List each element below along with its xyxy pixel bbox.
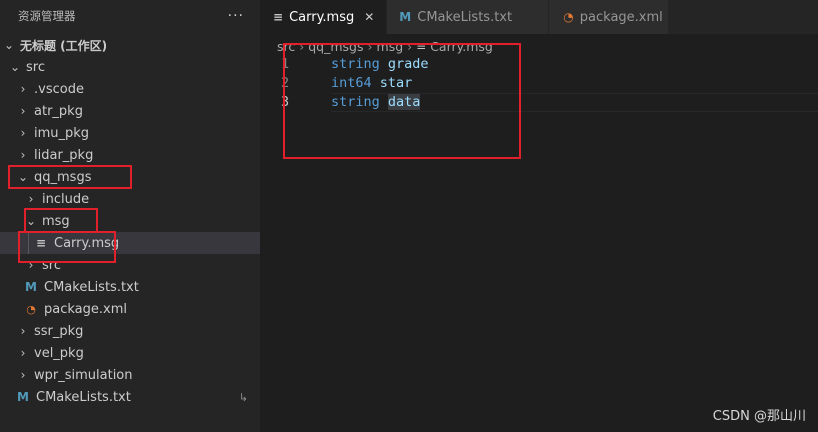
tree-item-label: package.xml — [44, 301, 127, 317]
tree-item-label: qq_msgs — [34, 169, 92, 185]
line-number: 1 — [281, 56, 290, 72]
tree-folder-atr-pkg[interactable]: › atr_pkg — [0, 100, 260, 122]
more-actions-icon[interactable]: ··· — [228, 8, 244, 24]
tree-folder-ssr-pkg[interactable]: › ssr_pkg — [0, 320, 260, 342]
chevron-down-icon: ⌄ — [3, 38, 15, 52]
tree-folder-src-inner[interactable]: › src — [0, 254, 260, 276]
code-line[interactable]: 1 string grade — [261, 55, 818, 74]
cmake-icon: M — [399, 10, 412, 24]
type-token: string — [331, 56, 380, 72]
indent-guide — [28, 232, 29, 254]
workspace-root[interactable]: ⌄ 无标题 (工作区) — [0, 34, 260, 56]
explorer-sidebar: 资源管理器 ··· ⌄ 无标题 (工作区) ⌄ src › .vscode › … — [0, 0, 260, 432]
cmake-icon: M — [17, 390, 29, 404]
tree-folder-wpr-simulation[interactable]: › wpr_simulation — [0, 364, 260, 386]
tree-item-label: src — [26, 59, 45, 75]
field-token: star — [379, 75, 413, 91]
tree-file-cmakelists-root[interactable]: M CMakeLists.txt ↳ — [0, 386, 260, 408]
tab-label: Carry.msg — [289, 9, 355, 25]
tree-item-label: CMakeLists.txt — [36, 389, 131, 405]
cmake-icon: M — [25, 280, 37, 294]
line-number: 3 — [281, 94, 290, 110]
chevron-right-icon: › — [20, 368, 26, 382]
tree-file-cmakelists[interactable]: M CMakeLists.txt — [0, 276, 260, 298]
code-text: string grade — [331, 55, 429, 74]
tree-item-label: ssr_pkg — [34, 323, 84, 339]
text-file-icon: ≡ — [35, 236, 47, 250]
tree-item-label: vel_pkg — [34, 345, 84, 361]
chevron-right-icon: › — [367, 38, 373, 54]
chevron-right-icon: › — [28, 258, 34, 272]
tree-folder-vscode[interactable]: › .vscode — [0, 78, 260, 100]
tree-folder-include[interactable]: › include — [0, 188, 260, 210]
tree-item-label: wpr_simulation — [34, 367, 133, 383]
editor-area: ≡ Carry.msg ✕ M CMakeLists.txt ◔ package… — [261, 0, 818, 432]
explorer-title: 资源管理器 — [18, 9, 76, 23]
chevron-right-icon: › — [20, 126, 26, 140]
chevron-down-icon: ⌄ — [9, 60, 21, 74]
close-icon[interactable]: ✕ — [364, 10, 374, 24]
tree-folder-src[interactable]: ⌄ src — [0, 56, 260, 78]
tree-folder-qq-msgs[interactable]: ⌄ qq_msgs — [0, 166, 260, 188]
tree-item-label: src — [42, 257, 61, 273]
chevron-right-icon: › — [20, 148, 26, 162]
tree-folder-lidar-pkg[interactable]: › lidar_pkg — [0, 144, 260, 166]
tab-cmakelists[interactable]: M CMakeLists.txt — [387, 0, 550, 34]
text-file-icon: ≡ — [273, 10, 284, 24]
breadcrumb-item[interactable]: msg — [377, 39, 404, 54]
chevron-right-icon: › — [20, 82, 26, 96]
tree-item-label: msg — [42, 213, 70, 229]
watermark: CSDN @那山川 — [712, 409, 806, 424]
tree-item-label: .vscode — [34, 81, 84, 97]
chevron-right-icon: › — [20, 324, 26, 338]
rss-icon: ◔ — [563, 10, 574, 24]
tab-package-xml[interactable]: ◔ package.xml — [549, 0, 670, 34]
chevron-right-icon: › — [20, 104, 26, 118]
workspace-label: 无标题 (工作区) — [20, 38, 108, 53]
chevron-right-icon: › — [299, 38, 305, 54]
tree-item-label: CMakeLists.txt — [44, 279, 139, 295]
symlink-icon: ↳ — [238, 390, 248, 404]
tab-label: package.xml — [579, 9, 663, 25]
tree-folder-vel-pkg[interactable]: › vel_pkg — [0, 342, 260, 364]
code-editor[interactable]: 1 string grade 2 int64 star 3 string dat… — [261, 55, 818, 112]
tree-folder-imu-pkg[interactable]: › imu_pkg — [0, 122, 260, 144]
text-file-icon: ≡ — [416, 39, 427, 53]
tab-label: CMakeLists.txt — [417, 9, 513, 25]
tab-bar: ≡ Carry.msg ✕ M CMakeLists.txt ◔ package… — [261, 0, 818, 34]
code-line[interactable]: 2 int64 star — [261, 74, 818, 93]
code-line-current[interactable]: 3 string data — [261, 93, 818, 112]
breadcrumb: src › qq_msgs › msg › ≡ Carry.msg — [277, 36, 493, 56]
code-text: string data — [331, 93, 421, 112]
chevron-down-icon: ⌄ — [17, 170, 29, 184]
chevron-down-icon: ⌄ — [25, 214, 37, 228]
chevron-right-icon: › — [407, 38, 413, 54]
type-token: int64 — [331, 75, 372, 91]
field-token: grade — [387, 56, 429, 72]
tab-carry-msg[interactable]: ≡ Carry.msg ✕ — [261, 0, 388, 34]
breadcrumb-item[interactable]: qq_msgs — [308, 39, 363, 54]
field-token: data — [387, 94, 421, 110]
code-text: int64 star — [331, 74, 412, 93]
type-token: string — [331, 94, 380, 110]
chevron-right-icon: › — [28, 192, 34, 206]
breadcrumb-item[interactable]: src — [277, 39, 295, 54]
line-number: 2 — [281, 75, 290, 91]
tree-item-label: lidar_pkg — [34, 147, 94, 163]
chevron-right-icon: › — [20, 346, 26, 360]
tree-file-carry-msg[interactable]: ≡ Carry.msg — [0, 232, 260, 254]
explorer-header: 资源管理器 ··· — [0, 0, 260, 32]
rss-icon: ◔ — [26, 302, 36, 316]
tree-item-label: atr_pkg — [34, 103, 83, 119]
tree-file-package-xml[interactable]: ◔ package.xml — [0, 298, 260, 320]
breadcrumb-item[interactable]: Carry.msg — [430, 39, 493, 54]
tree-item-label: include — [42, 191, 90, 207]
tree-item-label: imu_pkg — [34, 125, 90, 141]
tree-folder-msg[interactable]: ⌄ msg — [0, 210, 260, 232]
tree-item-label: Carry.msg — [54, 235, 120, 251]
